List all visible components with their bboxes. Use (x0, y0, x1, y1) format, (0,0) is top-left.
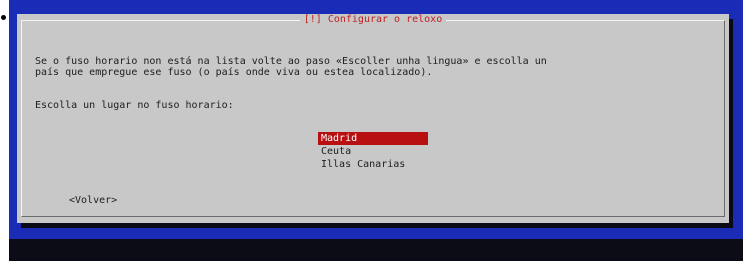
timezone-dialog: [!] Configurar o reloxo Se o fuso horari… (17, 14, 729, 223)
timezone-option-madrid[interactable]: Madrid (318, 132, 428, 145)
instruction-line-1: Se o fuso horario non está na lista volt… (35, 56, 547, 67)
back-button[interactable]: <Volver> (69, 195, 117, 207)
bottom-bar (9, 239, 743, 261)
timezone-option-illas-canarias[interactable]: Illas Canarias (318, 158, 428, 171)
dialog-frame: [!] Configurar o reloxo (21, 14, 725, 217)
timezone-option-ceuta[interactable]: Ceuta (318, 145, 428, 158)
timezone-prompt: Escolla un lugar no fuso horario: (35, 100, 234, 111)
list-bullet (1, 15, 6, 20)
dialog-title: [!] Configurar o reloxo (299, 14, 447, 26)
timezone-list: Madrid Ceuta Illas Canarias (318, 132, 428, 171)
instruction-line-2: país que empregue ese fuso (o país onde … (35, 67, 433, 78)
installer-screen: [!] Configurar o reloxo Se o fuso horari… (9, 0, 743, 261)
